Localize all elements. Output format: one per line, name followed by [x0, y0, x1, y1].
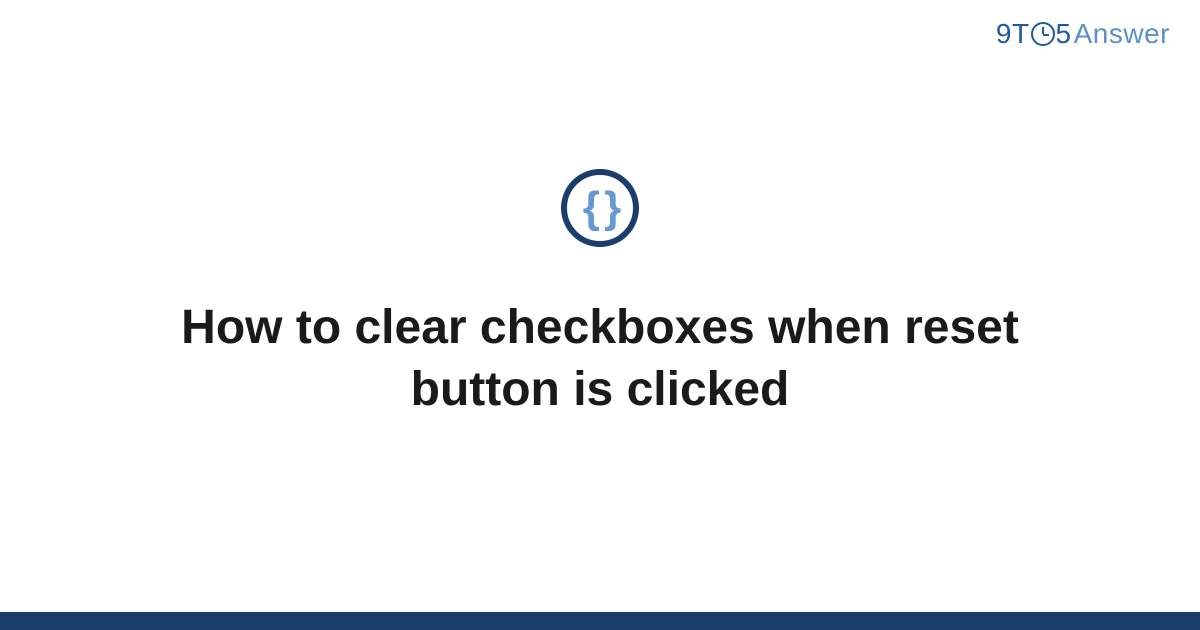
main-content: { } How to clear checkboxes when reset b…: [0, 0, 1200, 630]
page-title: How to clear checkboxes when reset butto…: [120, 297, 1080, 422]
code-braces-icon: { }: [583, 186, 617, 230]
category-badge: { }: [561, 169, 639, 247]
footer-accent-bar: [0, 612, 1200, 630]
